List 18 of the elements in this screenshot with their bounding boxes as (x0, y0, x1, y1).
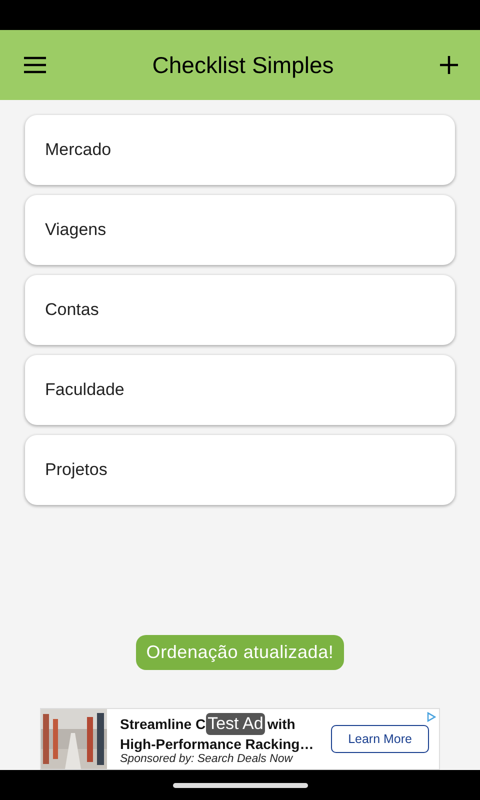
list-card[interactable]: Projetos (25, 435, 455, 505)
menu-icon[interactable] (23, 56, 47, 74)
learn-more-button[interactable]: Learn More (331, 725, 429, 753)
ad-headline: Streamline C (120, 716, 206, 732)
home-handle[interactable] (172, 782, 308, 788)
ad-headline: High-Performance Racking… (120, 736, 315, 752)
ad-choices-icon[interactable] (427, 712, 436, 722)
list-card[interactable]: Faculdade (25, 355, 455, 425)
ad-headline: with (267, 716, 296, 732)
list-card[interactable]: Contas (25, 275, 455, 345)
list-card[interactable]: Viagens (25, 195, 455, 265)
ad-sponsor: Sponsored by: Search Deals Now (120, 753, 294, 765)
list-card[interactable]: Mercado (25, 115, 455, 185)
app-title: Checklist Simples (152, 52, 334, 78)
ad-banner[interactable]: Streamline C Test Ad with High-Performance Racking… Sponsored by: Search Deals Now Learn More (40, 708, 440, 770)
add-icon[interactable] (439, 55, 459, 75)
toast-message: Ordenação atualizada! (136, 635, 344, 670)
test-ad-badge: Test Ad (206, 713, 266, 735)
